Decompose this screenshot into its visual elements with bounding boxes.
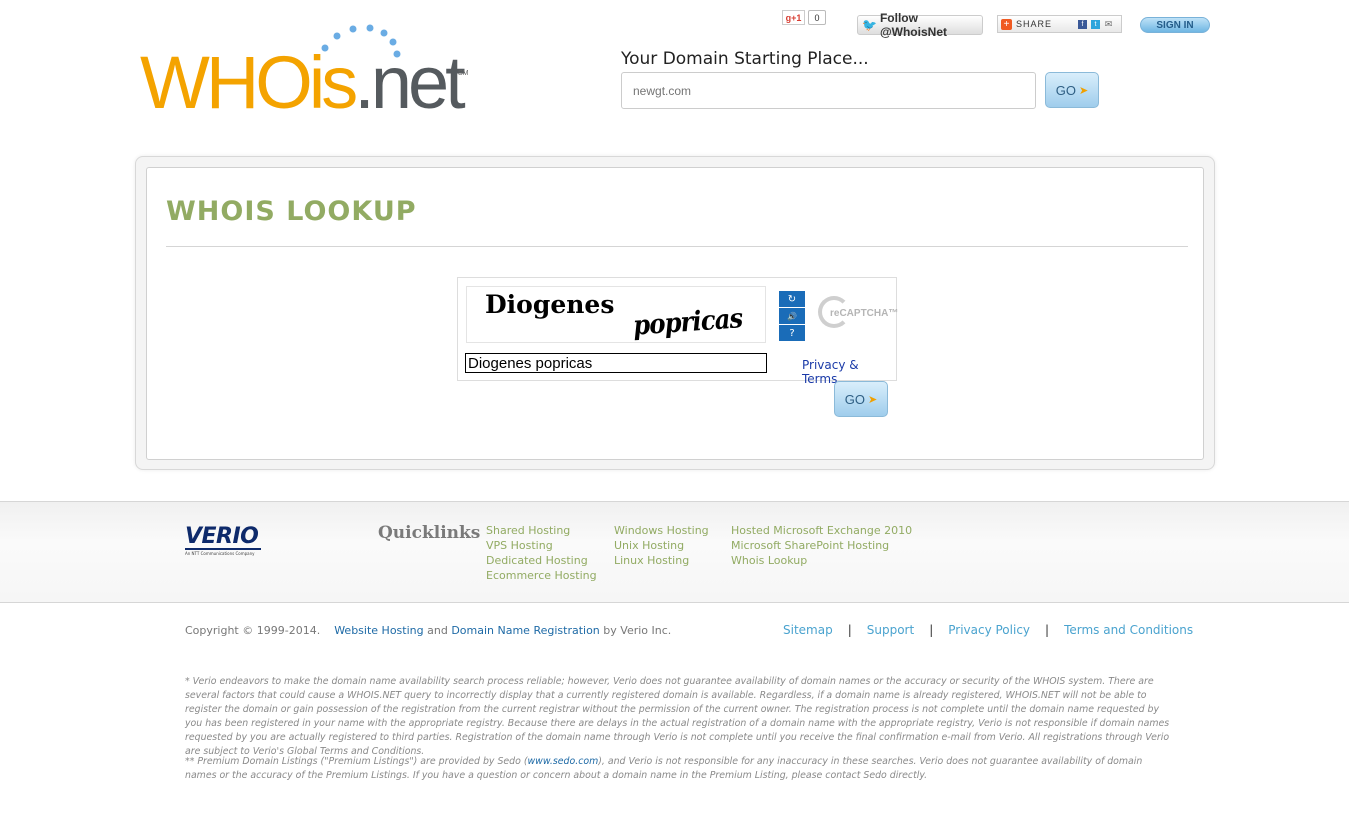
recaptcha-brand: reCAPTCHA™ <box>830 308 899 319</box>
copyright-suffix: by Verio Inc. <box>603 624 672 637</box>
twitter-follow-button[interactable]: 🐦 Follow @WhoisNet <box>857 11 983 39</box>
domain-search-go-button[interactable]: GO ➤ <box>1045 72 1099 108</box>
website-hosting-link[interactable]: Website Hosting <box>334 624 423 637</box>
captcha-word-1: Diogenes <box>485 290 615 319</box>
quicklinks-column-1: Shared Hosting VPS Hosting Dedicated Hos… <box>486 523 597 583</box>
link-separator: | <box>929 623 934 637</box>
domain-search-input[interactable] <box>621 72 1036 109</box>
quicklink-whois-lookup[interactable]: Whois Lookup <box>731 553 912 568</box>
quicklink-unix-hosting[interactable]: Unix Hosting <box>614 538 709 553</box>
captcha-image: Diogenes popricas <box>466 286 766 343</box>
sign-in-button[interactable]: SIGN IN <box>1140 17 1210 33</box>
captcha-word-2: popricas <box>632 303 744 342</box>
facebook-icon[interactable]: f <box>1078 19 1087 29</box>
copyright-prefix: Copyright © 1999-2014. <box>185 624 321 637</box>
privacy-policy-link[interactable]: Privacy Policy <box>948 623 1030 637</box>
tagline: Your Domain Starting Place... <box>621 49 869 69</box>
help-icon[interactable]: ? <box>779 325 805 341</box>
domain-registration-link[interactable]: Domain Name Registration <box>451 624 599 637</box>
verio-subtitle: An NTT Communications Company <box>185 551 255 556</box>
page-title: WHOIS LOOKUP <box>166 196 417 227</box>
google-plus-count: 0 <box>808 10 826 25</box>
verio-logo[interactable]: VERIO An NTT Communications Company <box>185 524 261 556</box>
quicklinks-column-2: Windows Hosting Unix Hosting Linux Hosti… <box>614 523 709 568</box>
twitter-follow-label: Follow @WhoisNet <box>879 11 947 39</box>
go-label: GO <box>1055 82 1076 98</box>
addthis-share-button[interactable]: + SHARE f t ✉ <box>997 15 1122 33</box>
link-separator: | <box>847 623 852 637</box>
quicklink-hosted-exchange[interactable]: Hosted Microsoft Exchange 2010 <box>731 523 912 538</box>
go-label: GO <box>844 391 865 407</box>
copyright: Copyright © 1999-2014. Website Hosting a… <box>185 624 671 637</box>
captcha-response-input[interactable] <box>465 353 767 373</box>
captcha-tools: ↻ 🔊 ? <box>779 291 805 341</box>
quicklink-ecommerce-hosting[interactable]: Ecommerce Hosting <box>486 568 597 583</box>
quicklink-sharepoint-hosting[interactable]: Microsoft SharePoint Hosting <box>731 538 912 553</box>
quicklink-shared-hosting[interactable]: Shared Hosting <box>486 523 597 538</box>
google-plus-one[interactable]: g+1 0 <box>782 10 826 25</box>
email-icon[interactable]: ✉ <box>1104 19 1113 29</box>
copyright-and: and <box>427 624 448 637</box>
google-plus-icon[interactable]: g+1 <box>782 10 805 25</box>
reload-icon[interactable]: ↻ <box>779 291 805 307</box>
title-divider <box>166 246 1188 247</box>
disclaimer-sedo-prefix: ** Premium Domain Listings ("Premium Lis… <box>185 756 528 767</box>
logo-wordmark: WHOis.net <box>140 46 466 120</box>
sitemap-link[interactable]: Sitemap <box>783 623 833 637</box>
share-plus-icon: + <box>1001 18 1012 30</box>
share-label: SHARE <box>1016 19 1053 29</box>
arrow-right-icon: ➤ <box>1079 84 1089 97</box>
quicklinks-title: Quicklinks <box>378 523 481 543</box>
twitter-bird-icon: 🐦 <box>862 18 877 32</box>
disclaimer-verio: * Verio endeavors to make the domain nam… <box>185 676 1170 757</box>
disclaimer-sedo: ** Premium Domain Listings ("Premium Lis… <box>185 755 1175 783</box>
quicklinks-column-3: Hosted Microsoft Exchange 2010 Microsoft… <box>731 523 912 568</box>
twitter-icon[interactable]: t <box>1091 19 1100 29</box>
quicklink-dedicated-hosting[interactable]: Dedicated Hosting <box>486 553 597 568</box>
arrow-right-icon: ➤ <box>868 393 878 406</box>
recaptcha-widget: Diogenes popricas ↻ 🔊 ? reCAPTCHA™ Priva… <box>457 277 898 386</box>
quicklink-linux-hosting[interactable]: Linux Hosting <box>614 553 709 568</box>
whois-lookup-go-button[interactable]: GO ➤ <box>834 381 888 417</box>
support-link[interactable]: Support <box>867 623 914 637</box>
logo-word-net: .net <box>354 41 465 124</box>
quicklink-vps-hosting[interactable]: VPS Hosting <box>486 538 597 553</box>
audio-icon[interactable]: 🔊 <box>779 308 805 324</box>
recaptcha-logo: reCAPTCHA™ <box>818 294 898 334</box>
terms-conditions-link[interactable]: Terms and Conditions <box>1064 623 1193 637</box>
logo-word-whois: WHOis <box>140 41 358 124</box>
logo-service-mark: SM <box>458 70 469 77</box>
sedo-link[interactable]: www.sedo.com <box>528 756 599 767</box>
footer-links: Sitemap | Support | Privacy Policy | Ter… <box>783 623 1193 637</box>
whois-net-logo[interactable]: WHOis.net SM <box>140 24 480 120</box>
link-separator: | <box>1045 623 1050 637</box>
verio-wordmark: VERIO <box>185 524 259 549</box>
quicklink-windows-hosting[interactable]: Windows Hosting <box>614 523 709 538</box>
